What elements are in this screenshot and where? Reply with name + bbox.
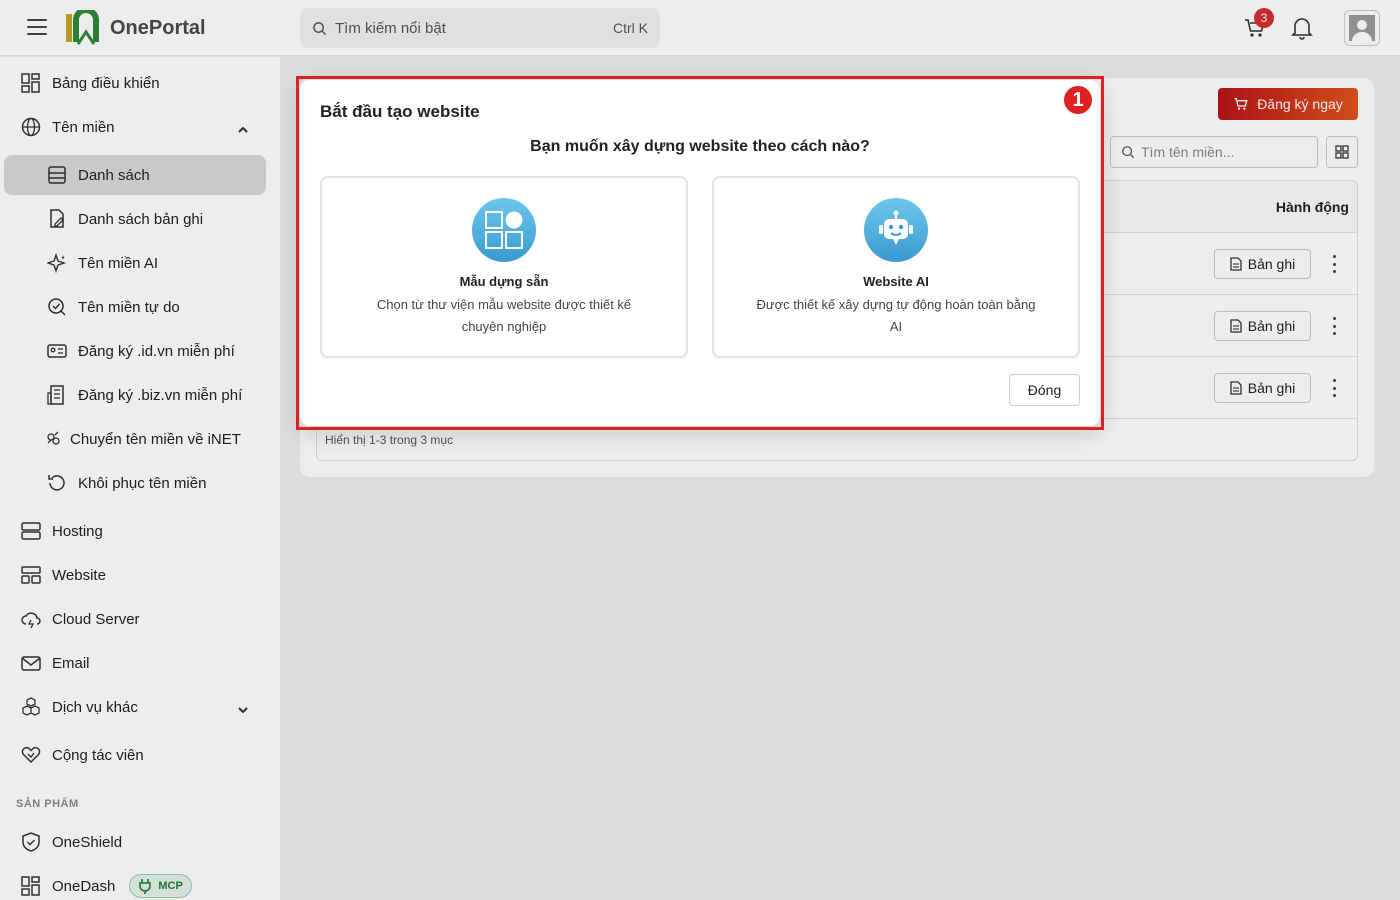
highlight-frame bbox=[296, 76, 1104, 430]
step-number-badge: 1 bbox=[1062, 84, 1094, 116]
